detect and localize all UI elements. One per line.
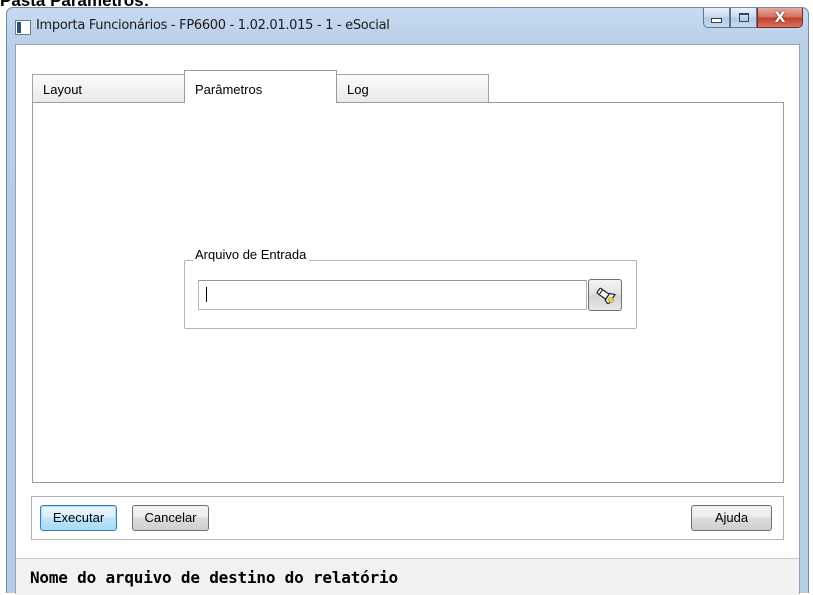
cancel-button[interactable]: Cancelar [132,505,209,531]
flashlight-search-icon [596,287,616,304]
window-title: Importa Funcionários - FP6600 - 1.02.01.… [36,18,390,33]
window-controls: X [703,8,803,29]
maximize-icon [738,13,749,22]
maximize-button[interactable] [730,8,757,28]
tab-layout[interactable]: Layout [32,74,185,102]
app-window-icon[interactable] [15,20,31,35]
input-file-field[interactable] [198,280,587,310]
minimize-icon [711,18,722,23]
status-bar-text: Nome do arquivo de destino do relatório [30,568,398,587]
tab-layout-label: Layout [43,82,83,97]
window-client-area: Layout Parâmetros Log Arquivo de Entrada… [15,44,800,595]
title-bar[interactable]: Importa Funcionários - FP6600 - 1.02.01.… [7,8,808,44]
tab-parametros-label: Parâmetros [195,82,263,97]
tab-parametros[interactable]: Parâmetros [184,70,337,103]
input-file-groupbox-label: Arquivo de Entrada [193,247,310,262]
browse-file-button[interactable] [588,279,622,311]
help-button[interactable]: Ajuda [691,505,772,531]
close-button[interactable]: X [757,8,803,28]
tab-log[interactable]: Log [336,74,489,102]
status-bar: Nome do arquivo de destino do relatório [16,558,799,595]
text-caret [206,287,207,302]
execute-button[interactable]: Executar [40,505,117,531]
main-window: Importa Funcionários - FP6600 - 1.02.01.… [6,7,809,595]
close-icon: X [774,9,786,26]
tab-log-label: Log [347,82,369,97]
minimize-button[interactable] [703,8,730,28]
